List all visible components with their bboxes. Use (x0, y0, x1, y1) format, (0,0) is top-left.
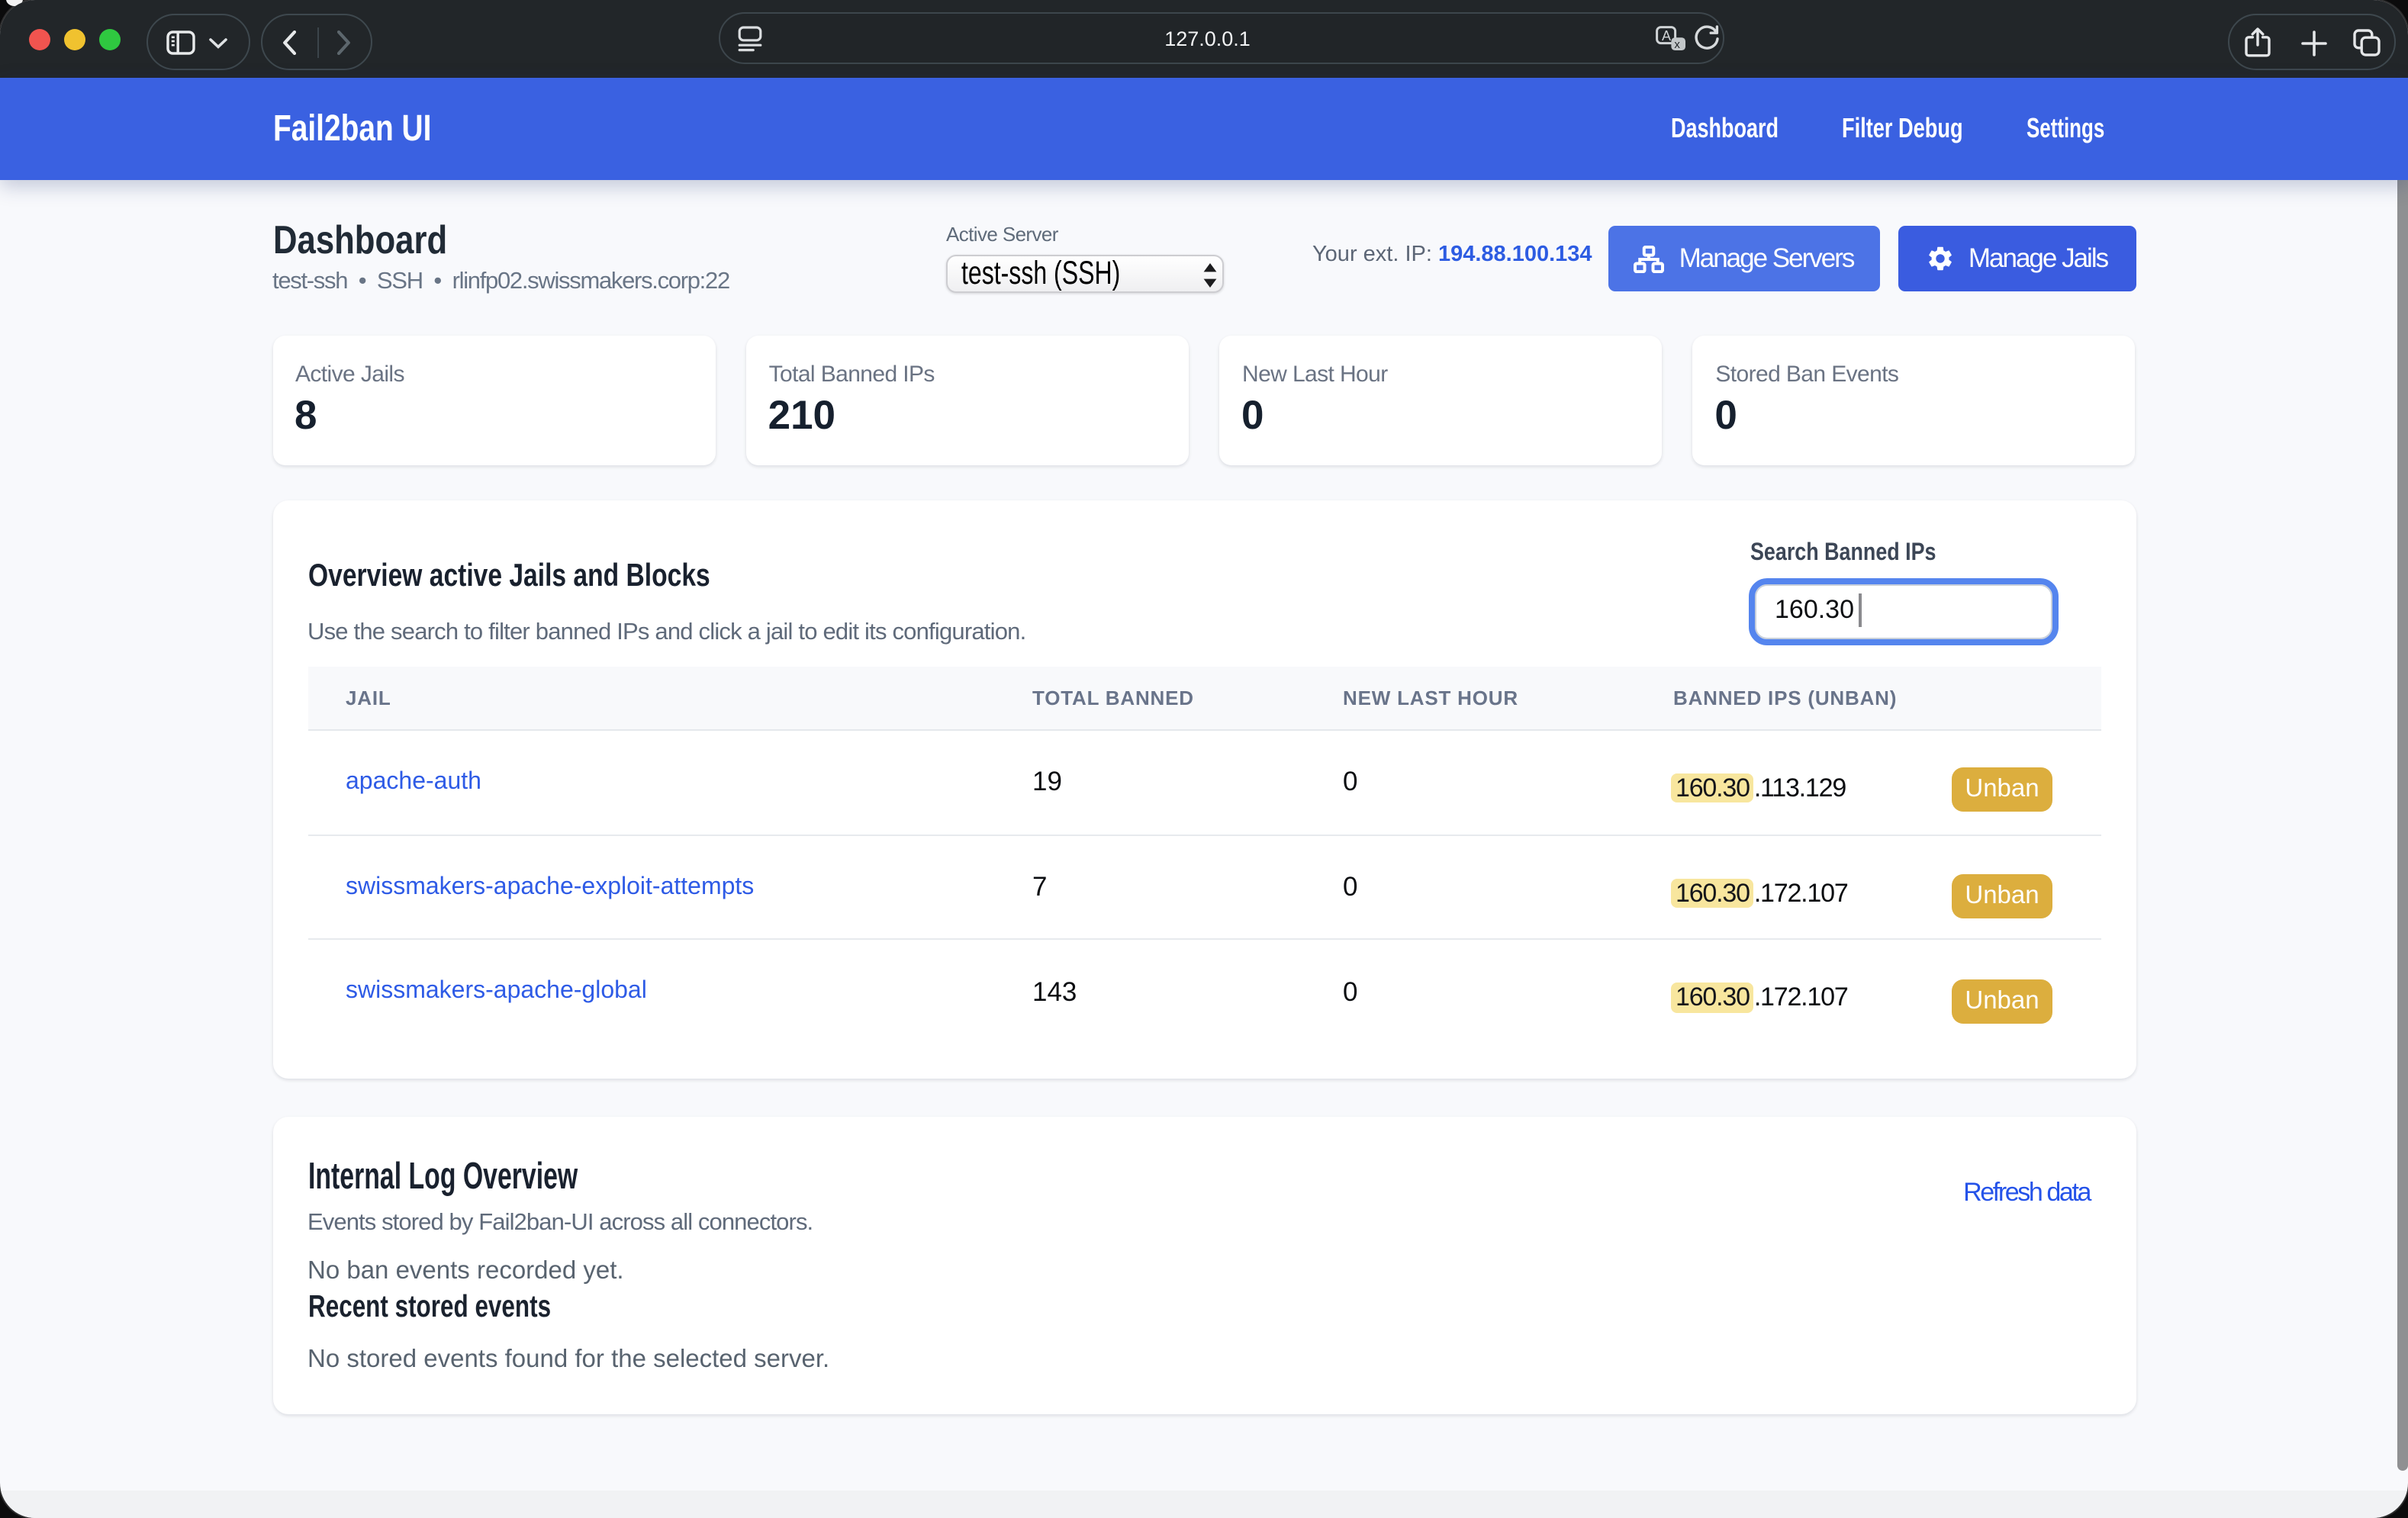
svg-text:A: A (1662, 27, 1671, 43)
svg-text:x: x (1674, 37, 1680, 50)
